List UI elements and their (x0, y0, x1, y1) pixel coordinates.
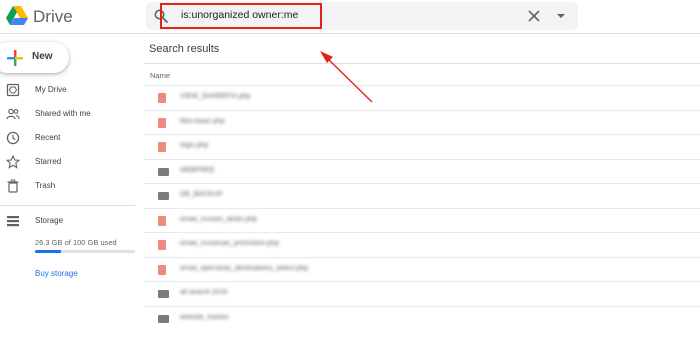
close-icon[interactable] (527, 9, 541, 23)
main-divider (144, 63, 700, 64)
file-row[interactable]: email_cruisesas_promotion.php (144, 232, 700, 256)
document-icon (158, 117, 166, 128)
column-header-name[interactable]: Name (150, 71, 170, 80)
file-name: DB_BACKUP (180, 191, 223, 198)
file-name: all search 2016 (180, 289, 228, 296)
page-title: Search results (149, 43, 220, 55)
folder-icon (158, 290, 169, 298)
file-row[interactable]: email_openseas_destinations_select.php (144, 256, 700, 281)
folder-icon (158, 314, 169, 323)
new-button-label: New (32, 51, 53, 62)
sidebar-item-label: Recent (35, 133, 61, 142)
file-row[interactable]: email_cruises_deals.php (144, 207, 700, 232)
file-name: files-basic.php (180, 117, 225, 125)
folder-icon (158, 167, 169, 176)
sidebar-item-shared-with-me[interactable]: Shared with me (0, 104, 135, 126)
storage-usage-text: 26.3 GB of 100 GB used (35, 238, 117, 247)
sidebar-item-label: My Drive (35, 85, 67, 94)
trash-icon (7, 179, 19, 193)
file-row[interactable]: all search 2016 (144, 281, 700, 305)
sidebar-item-storage[interactable]: Storage (0, 211, 135, 233)
document-icon (158, 240, 166, 250)
storage-label: Storage (35, 216, 64, 225)
file-row[interactable]: DB_BACKUP (144, 183, 700, 207)
file-name: WEBFREE (180, 166, 215, 174)
sidebar-item-label: Starred (35, 157, 62, 166)
chevron-down-icon[interactable] (556, 12, 566, 20)
buy-storage-link[interactable]: Buy storage (35, 269, 78, 278)
storage-bar-fill (35, 250, 62, 253)
sidebar-item-my-drive[interactable]: My Drive (0, 80, 135, 102)
shared-icon (6, 108, 20, 120)
file-name: website_tracker (180, 313, 230, 321)
file-name: email_cruises_deals.php (180, 215, 258, 223)
star-icon (6, 155, 20, 169)
drive-logo-icon[interactable] (6, 6, 28, 26)
clock-icon (6, 131, 20, 145)
file-row[interactable]: VIEW_SHAREFIX.php (144, 85, 700, 109)
sidebar-item-label: Trash (35, 181, 56, 190)
file-row[interactable]: WEBFREE (144, 158, 700, 183)
file-name: VIEW_SHAREFIX.php (180, 93, 251, 100)
document-icon (158, 93, 166, 103)
top-bar: Drive is:unorganized owner:me (0, 0, 700, 34)
file-name: login.php (180, 142, 209, 149)
my-drive-icon (6, 83, 20, 97)
storage-bar (35, 250, 135, 253)
file-row[interactable]: files-basic.php (144, 109, 700, 134)
sidebar-item-starred[interactable]: Starred (0, 152, 135, 174)
sidebar-item-label: Shared with me (35, 109, 91, 118)
plus-icon (7, 50, 23, 66)
new-button[interactable]: New (0, 42, 69, 73)
sidebar-item-trash[interactable]: Trash (0, 176, 135, 198)
app-name[interactable]: Drive (33, 7, 73, 27)
file-name: email_cruisesas_promotion.php (180, 240, 279, 247)
sidebar-divider (0, 205, 135, 206)
document-icon (158, 215, 166, 226)
folder-icon (158, 192, 169, 200)
storage-icon (7, 216, 19, 227)
document-icon (158, 142, 166, 152)
document-icon (158, 264, 166, 275)
file-name: email_openseas_destinations_select.php (180, 264, 309, 272)
file-row[interactable]: login.php (144, 134, 700, 158)
file-row[interactable]: website_tracker (144, 305, 700, 330)
sidebar-item-recent[interactable]: Recent (0, 128, 135, 150)
search-highlight-box (160, 3, 322, 29)
